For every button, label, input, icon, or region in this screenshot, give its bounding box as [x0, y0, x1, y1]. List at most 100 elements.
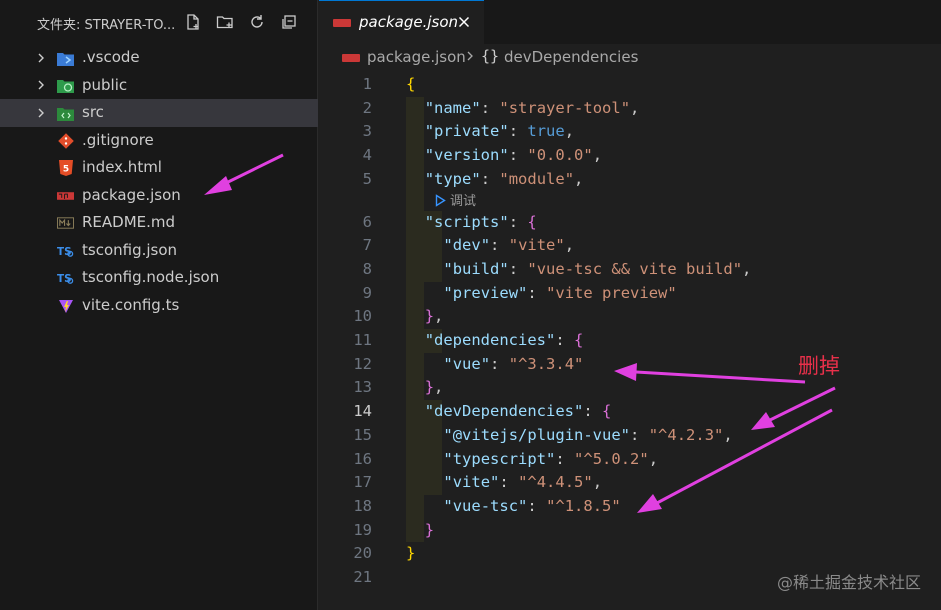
tree-item-label: .vscode — [82, 48, 140, 66]
close-icon[interactable] — [456, 14, 472, 30]
tree-file-package-json[interactable]: package.json — [0, 182, 318, 210]
code-text: "dependencies": { — [424, 331, 584, 349]
breadcrumb-file[interactable]: package.json — [367, 48, 466, 66]
line-number: 18 — [353, 496, 372, 515]
line-number: 8 — [362, 259, 372, 278]
line-number: 5 — [362, 169, 372, 188]
code-text: "typescript": "^5.0.2", — [443, 449, 659, 468]
tree-item-label: public — [82, 75, 128, 94]
code-text: } — [424, 520, 435, 539]
line-number: 2 — [362, 98, 372, 117]
markdown-icon — [57, 215, 74, 231]
tree-item-label: .gitignore — [82, 130, 154, 149]
line-number: 7 — [362, 236, 372, 255]
code-line[interactable]: 15 "@vitejs/plugin-vue": "^4.2.3", — [319, 424, 941, 447]
json-object-icon: {} — [481, 47, 500, 65]
ts-config-icon: TS — [57, 243, 74, 259]
code-line[interactable]: 1{ — [319, 73, 941, 96]
code-line[interactable]: 14 "devDependencies": { — [319, 400, 941, 423]
line-number: 21 — [353, 568, 372, 586]
explorer-sidebar: 文件夹: STRAYER-TO... .vscode public src .g… — [0, 0, 318, 610]
collapse-all-icon[interactable] — [279, 12, 299, 32]
code-line[interactable]: 3 "private": true, — [319, 120, 941, 143]
src-folder-icon — [57, 105, 74, 121]
code-line[interactable]: 16 "typescript": "^5.0.2", — [319, 448, 941, 471]
chevron-right-icon[interactable] — [36, 44, 48, 72]
code-line[interactable]: 8 "build": "vue-tsc && vite build", — [319, 258, 941, 281]
code-line[interactable]: 7 "dev": "vite", — [319, 234, 941, 257]
html-icon: 5 — [57, 160, 74, 176]
code-line[interactable]: 12 "vue": "^3.3.4" — [319, 353, 941, 376]
line-number: 19 — [353, 520, 372, 539]
code-text: "preview": "vite preview" — [443, 283, 677, 302]
code-line[interactable]: 13 }, — [319, 376, 941, 399]
editor-area: package.json package.json {} devDependen… — [319, 0, 941, 610]
code-line[interactable]: 17 "vite": "^4.4.5", — [319, 471, 941, 494]
tree-file-index-html[interactable]: 5 index.html — [0, 154, 318, 182]
code-line[interactable]: 11 "dependencies": { — [319, 329, 941, 352]
tree-file-tsconfig[interactable]: TS tsconfig.json — [0, 237, 318, 265]
code-line[interactable]: 5 "type": "module", — [319, 168, 941, 191]
tree-item-label: package.json — [82, 185, 181, 204]
code-line[interactable]: 20} — [319, 542, 941, 565]
code-text: "type": "module", — [424, 169, 584, 188]
codelens-label: 调试 — [450, 192, 477, 208]
code-line[interactable]: 18 "vue-tsc": "^1.8.5" — [319, 495, 941, 518]
line-number: 12 — [353, 354, 372, 373]
npm-icon — [342, 54, 360, 62]
code-line[interactable]: 4 "version": "0.0.0", — [319, 144, 941, 167]
chevron-right-icon — [465, 47, 475, 69]
tab-package-json[interactable]: package.json — [319, 0, 484, 44]
breadcrumb-symbol[interactable]: devDependencies — [504, 48, 638, 66]
code-text: "dev": "vite", — [443, 236, 575, 255]
line-number: 1 — [362, 75, 372, 93]
line-number: 14 — [353, 402, 372, 421]
tree-item-label: index.html — [82, 158, 162, 176]
new-folder-icon[interactable] — [215, 12, 235, 32]
tab-label: package.json — [359, 13, 459, 31]
code-text: }, — [424, 378, 444, 397]
line-number: 20 — [353, 544, 372, 563]
line-number: 15 — [353, 425, 372, 444]
code-text: "name": "strayer-tool", — [424, 98, 640, 117]
code-text: "build": "vue-tsc && vite build", — [443, 259, 752, 278]
code-line[interactable]: 9 "preview": "vite preview" — [319, 282, 941, 305]
explorer-folder-title[interactable]: 文件夹: STRAYER-TO... — [37, 14, 175, 33]
code-line[interactable]: 19 } — [319, 519, 941, 542]
line-number: 6 — [362, 212, 372, 231]
code-text: } — [406, 544, 416, 563]
annotation-delete-label: 删掉 — [798, 354, 840, 378]
code-line[interactable]: 6 "scripts": { — [319, 211, 941, 234]
tree-file-gitignore[interactable]: .gitignore — [0, 127, 318, 155]
line-number: 9 — [362, 283, 372, 302]
vscode-folder-icon — [57, 50, 74, 66]
npm-icon — [57, 188, 74, 204]
code-line[interactable]: 2 "name": "strayer-tool", — [319, 97, 941, 120]
vite-icon — [57, 298, 74, 314]
file-tree: .vscode public src .gitignore 5 index.ht… — [0, 44, 318, 319]
tree-item-label: src — [82, 103, 104, 121]
explorer-header: 文件夹: STRAYER-TO... — [0, 0, 318, 44]
chevron-right-icon[interactable] — [36, 99, 48, 127]
tree-file-tsconfig-node[interactable]: TS tsconfig.node.json — [0, 264, 318, 292]
tree-file-vite-config[interactable]: vite.config.ts — [0, 292, 318, 320]
tree-item-label: tsconfig.node.json — [82, 268, 220, 286]
code-text: "@vitejs/plugin-vue": "^4.2.3", — [443, 425, 733, 444]
code-text: "vue": "^3.3.4" — [443, 354, 584, 373]
tree-file-readme[interactable]: README.md — [0, 209, 318, 237]
refresh-icon[interactable] — [247, 12, 267, 32]
code-line[interactable]: 10 }, — [319, 305, 941, 328]
code-text: "vite": "^4.4.5", — [443, 473, 603, 492]
codelens-debug[interactable]: 调试 — [435, 191, 476, 210]
chevron-right-icon[interactable] — [36, 72, 48, 100]
code-text: "scripts": { — [424, 212, 537, 231]
new-file-icon[interactable] — [183, 12, 203, 32]
breadcrumb: package.json {} devDependencies — [319, 44, 941, 72]
play-icon — [435, 193, 446, 207]
tree-folder-public[interactable]: public — [0, 72, 318, 100]
line-number: 16 — [353, 449, 372, 468]
watermark: @稀土掘金技术社区 — [776, 573, 921, 592]
git-icon — [57, 132, 74, 149]
tree-folder-src[interactable]: src — [0, 99, 318, 127]
tree-folder-vscode[interactable]: .vscode — [0, 44, 318, 72]
